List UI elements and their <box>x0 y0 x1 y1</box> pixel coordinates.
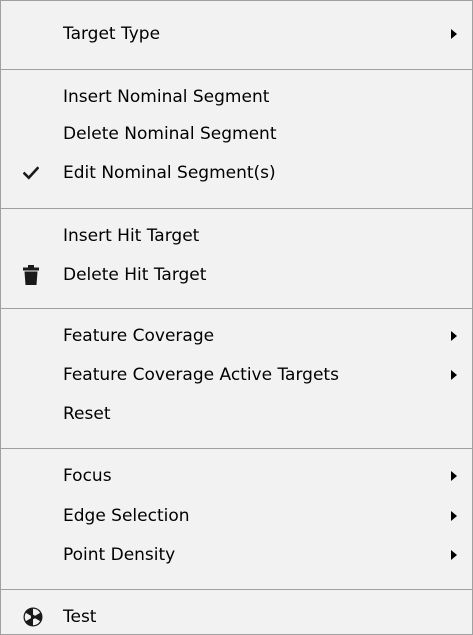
chevron-right-icon <box>451 511 457 521</box>
menu-item-reset[interactable]: Reset <box>1 395 472 433</box>
menu-item-label: Edit Nominal Segment(s) <box>63 163 276 183</box>
menu-item-label: Feature Coverage <box>63 326 215 346</box>
menu-item-feature-coverage[interactable]: Feature Coverage <box>1 317 472 355</box>
menu-item-point-density[interactable]: Point Density <box>1 536 472 574</box>
menu-item-label: Delete Hit Target <box>63 265 207 285</box>
menu-separator <box>1 448 472 449</box>
chevron-right-icon <box>451 471 457 481</box>
menu-item-label: Target Type <box>63 24 161 44</box>
menu-item-focus[interactable]: Focus <box>1 457 472 495</box>
menu-item-label: Insert Nominal Segment <box>63 87 270 107</box>
menu-item-feature-coverage-active-targets[interactable]: Feature Coverage Active Targets <box>1 356 472 394</box>
menu-item-label: Feature Coverage Active Targets <box>63 365 339 385</box>
checkmark-icon <box>23 166 39 180</box>
chevron-right-icon <box>451 29 457 39</box>
chevron-right-icon <box>451 331 457 341</box>
trash-icon <box>23 265 39 285</box>
menu-item-label: Test <box>63 607 97 627</box>
menu-item-edge-selection[interactable]: Edge Selection <box>1 497 472 535</box>
menu-item-label: Reset <box>63 404 111 424</box>
menu-item-test[interactable]: Test <box>1 598 472 635</box>
menu-item-target-type[interactable]: Target Type <box>1 15 472 53</box>
radiation-icon <box>23 607 43 627</box>
menu-item-delete-hit-target[interactable]: Delete Hit Target <box>1 256 472 294</box>
menu-item-insert-nominal-segment[interactable]: Insert Nominal Segment <box>1 78 472 116</box>
menu-separator <box>1 69 472 70</box>
menu-separator <box>1 208 472 209</box>
menu-item-edit-nominal-segments[interactable]: Edit Nominal Segment(s) <box>1 154 472 192</box>
menu-item-label: Focus <box>63 466 112 486</box>
menu-separator <box>1 589 472 590</box>
context-menu: Target Type Insert Nominal Segment Delet… <box>0 0 473 635</box>
menu-item-label: Insert Hit Target <box>63 226 200 246</box>
menu-item-label: Delete Nominal Segment <box>63 124 277 144</box>
chevron-right-icon <box>451 550 457 560</box>
menu-separator <box>1 308 472 309</box>
menu-item-label: Point Density <box>63 545 176 565</box>
menu-item-label: Edge Selection <box>63 506 190 526</box>
menu-item-delete-nominal-segment[interactable]: Delete Nominal Segment <box>1 115 472 153</box>
chevron-right-icon <box>451 370 457 380</box>
menu-item-insert-hit-target[interactable]: Insert Hit Target <box>1 217 472 255</box>
